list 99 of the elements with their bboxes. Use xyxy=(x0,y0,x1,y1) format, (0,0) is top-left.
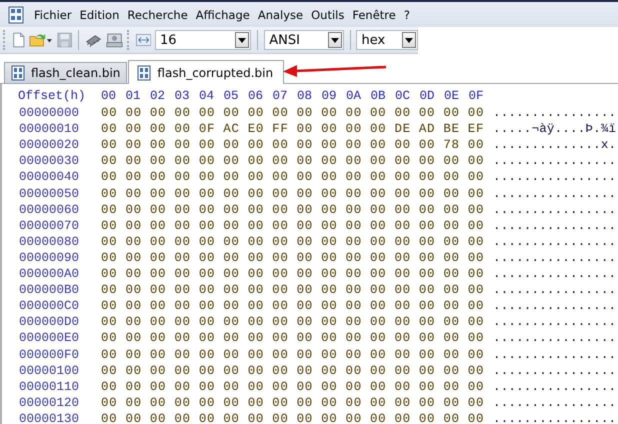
offset-cell-text: 00000030 xyxy=(18,153,80,170)
menu-item[interactable]: Fenêtre xyxy=(348,8,400,22)
hex-bytes: 00 00 00 00 00 00 00 00 00 00 00 00 00 00 00 00 xyxy=(101,410,486,424)
ascii-text: ..............x. xyxy=(493,137,616,154)
offset-cell-text: 000000E0 xyxy=(18,330,80,346)
offset-cell-text: 00000040 xyxy=(18,169,80,186)
ascii-text: ................ xyxy=(493,378,616,395)
ascii-text: ................ xyxy=(493,266,616,282)
ascii-text: ................ xyxy=(493,218,616,234)
column-header: 03 xyxy=(174,88,191,104)
offset-cell-text: 00000020 xyxy=(18,137,80,154)
column-header: 0F xyxy=(468,88,485,104)
ascii-text: ................ xyxy=(493,202,616,218)
column-header: 08 xyxy=(297,88,314,104)
ascii-text: ................ xyxy=(493,169,616,186)
file-icon xyxy=(11,65,25,81)
offset-cell-text: 000000D0 xyxy=(18,314,80,330)
ascii-text: ................ xyxy=(493,282,616,298)
hex-bytes: 00 00 00 00 00 00 00 00 00 00 00 00 00 00 00 00 xyxy=(101,362,486,379)
column-header: 00 xyxy=(101,88,118,104)
hex-bytes: 00 00 00 00 00 00 00 00 00 00 00 00 00 00 78 00 xyxy=(101,137,486,154)
offset-cell-text: 000000A0 xyxy=(18,266,80,282)
column-header: 0D xyxy=(420,88,436,104)
offset-cell-text: 00000000 xyxy=(18,105,80,122)
menu-item[interactable]: ? xyxy=(400,8,414,22)
ascii-text: ................ xyxy=(493,234,616,250)
hex-bytes: 00 00 00 00 0F AC E0 FF 00 00 00 00 DE AD BE EF xyxy=(101,121,486,138)
column-header: 0E xyxy=(444,88,460,104)
hex-bytes: 00 00 00 00 00 00 00 00 00 00 00 00 00 00 00 00 xyxy=(101,218,486,234)
column-header: 05 xyxy=(224,88,240,104)
ascii-text: ................ xyxy=(493,394,616,411)
ascii-text: ................ xyxy=(493,186,616,202)
ascii-text: ................ xyxy=(493,153,616,170)
hex-bytes: 00 00 00 00 00 00 00 00 00 00 00 00 00 00 00 00 xyxy=(101,394,486,411)
column-header: 0C xyxy=(395,88,412,104)
hex-bytes: 00 00 00 00 00 00 00 00 00 00 00 00 00 00 00 00 xyxy=(101,282,486,298)
caret-icon xyxy=(404,38,413,42)
dropdown[interactable]: ANSI xyxy=(264,30,344,50)
dropdown[interactable]: hex xyxy=(356,30,418,50)
hex-bytes: 00 00 00 00 00 00 00 00 00 00 00 00 00 00 00 00 xyxy=(101,234,486,250)
dropdown[interactable]: 16 xyxy=(154,30,252,50)
hex-bytes: 00 00 00 00 00 00 00 00 00 00 00 00 00 00 00 00 xyxy=(101,378,486,395)
app-icon xyxy=(8,6,24,24)
offset-cell-text: 00000010 xyxy=(18,121,80,138)
column-header: 01 xyxy=(126,88,142,104)
offset-cell-text: 00000050 xyxy=(18,186,80,202)
hex-bytes: 00 00 00 00 00 00 00 00 00 00 00 00 00 00 00 00 xyxy=(101,250,486,266)
file-tab[interactable]: flash_clean.bin xyxy=(4,62,128,83)
column-header: 0A xyxy=(346,88,362,104)
disk-drive-icon[interactable] xyxy=(106,31,124,49)
offset-cell-text: 000000B0 xyxy=(18,282,80,298)
hex-bytes: 00 00 00 00 00 00 00 00 00 00 00 00 00 00 00 00 xyxy=(101,314,486,330)
offset-header: Offset(h) xyxy=(18,88,87,104)
menu-item[interactable]: Recherche xyxy=(123,8,192,22)
ascii-text: ................ xyxy=(493,330,616,346)
ascii-text: ................ xyxy=(493,250,616,266)
column-header: 09 xyxy=(322,88,338,104)
offset-cell-text: 00000090 xyxy=(18,250,80,266)
column-header: 02 xyxy=(150,88,166,104)
ascii-text: ................ xyxy=(493,346,616,363)
hex-bytes: 00 00 00 00 00 00 00 00 00 00 00 00 00 00 00 00 xyxy=(101,153,486,170)
menu-item[interactable]: Affichage xyxy=(192,8,254,22)
hex-bytes: 00 00 00 00 00 00 00 00 00 00 00 00 00 00 00 00 xyxy=(101,186,486,202)
offset-cell-text: 000000C0 xyxy=(18,298,80,314)
caret-icon xyxy=(238,38,246,42)
offset-cell-text: 00000100 xyxy=(18,362,80,379)
hex-bytes: 00 00 00 00 00 00 00 00 00 00 00 00 00 00 00 00 xyxy=(101,298,486,314)
ascii-text: ................ xyxy=(493,314,616,330)
hex-bytes: 00 00 00 00 00 00 00 00 00 00 00 00 00 00 00 00 xyxy=(101,346,486,363)
file-icon xyxy=(137,64,152,80)
menu-item[interactable]: Outils xyxy=(307,8,348,22)
menu-item[interactable]: Fichier xyxy=(30,8,76,22)
hex-bytes: 00 00 00 00 00 00 00 00 00 00 00 00 00 00 00 00 xyxy=(101,266,486,282)
ascii-text: .....¬àÿ....Þ.¾ï xyxy=(493,121,616,138)
column-header: 06 xyxy=(248,88,264,104)
offset-cell-text: 00000110 xyxy=(18,378,80,395)
offset-cell-text: 00000120 xyxy=(18,394,80,411)
width-icon xyxy=(136,33,151,47)
offset-cell-text: 00000060 xyxy=(18,202,80,218)
offset-cell-text: 00000130 xyxy=(18,410,80,424)
ascii-text: ................ xyxy=(493,105,616,122)
menu-item[interactable]: Analyse xyxy=(254,8,308,22)
ascii-text: ................ xyxy=(493,362,616,379)
hex-bytes: 00 00 00 00 00 00 00 00 00 00 00 00 00 00 00 00 xyxy=(101,202,486,218)
hex-bytes: 00 00 00 00 00 00 00 00 00 00 00 00 00 00 00 00 xyxy=(101,169,486,186)
ascii-text: ................ xyxy=(493,410,616,424)
hex-bytes: 00 00 00 00 00 00 00 00 00 00 00 00 00 00 00 00 xyxy=(101,105,486,122)
caret-icon xyxy=(330,38,339,42)
menu-item[interactable]: Edition xyxy=(76,8,124,22)
column-header: 07 xyxy=(272,88,289,104)
offset-cell-text: 00000080 xyxy=(18,234,80,250)
offset-cell-text: 000000F0 xyxy=(18,346,80,363)
file-tab[interactable]: flash_corrupted.bin xyxy=(128,60,284,84)
hex-bytes: 00 00 00 00 00 00 00 00 00 00 00 00 00 00 00 00 xyxy=(101,330,486,346)
column-header: 0B xyxy=(370,88,387,104)
column-header: 04 xyxy=(199,88,216,104)
new-file-icon[interactable] xyxy=(12,31,26,49)
offset-cell-text: 00000070 xyxy=(18,218,80,234)
ascii-text: ................ xyxy=(493,298,616,314)
